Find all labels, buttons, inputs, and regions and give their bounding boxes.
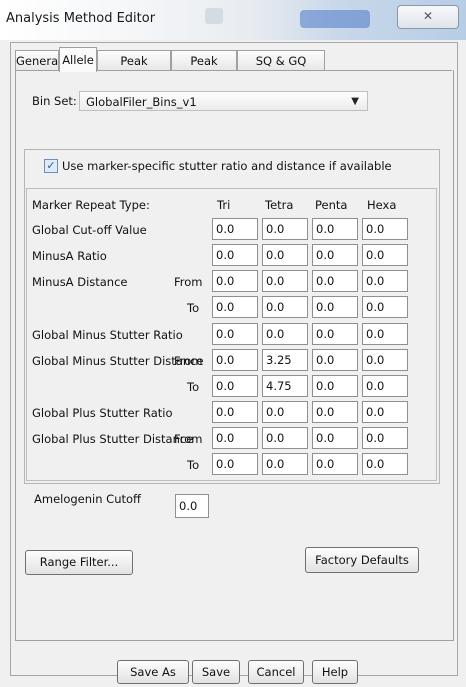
minusa-ratio-penta-input[interactable]	[312, 244, 358, 266]
global-minus-stutter-distance-from-tetra-input[interactable]	[262, 349, 308, 371]
minusa-distance-to-tetra-input[interactable]	[262, 296, 308, 318]
factory-defaults-button[interactable]: Factory Defaults	[305, 547, 419, 573]
minusa-distance-from-tri-input[interactable]	[212, 270, 258, 292]
global-plus-stutter-distance-to-tri-input[interactable]	[212, 453, 258, 475]
bin-set-dropdown[interactable]: GlobalFiler_Bins_v1 ▼	[79, 91, 368, 111]
column-header-tri: Tri	[217, 198, 231, 212]
close-icon[interactable]: ✕	[397, 5, 459, 29]
row-label: Global Plus Stutter Ratio	[32, 406, 173, 420]
save-as-button[interactable]: Save As	[117, 660, 189, 684]
minusa-distance-to-tri-input[interactable]	[212, 296, 258, 318]
from-label: From	[174, 432, 203, 446]
global-minus-stutter-distance-from-penta-input[interactable]	[312, 349, 358, 371]
marker-repeat-type-label: Marker Repeat Type:	[32, 198, 150, 212]
minusa-ratio-tri-input[interactable]	[212, 244, 258, 266]
range-filter-button[interactable]: Range Filter...	[25, 550, 133, 575]
bin-set-label: Bin Set:	[32, 94, 77, 108]
global-plus-stutter-distance-to-penta-input[interactable]	[312, 453, 358, 475]
to-label: To	[187, 301, 200, 315]
global-minus-stutter-ratio-penta-input[interactable]	[312, 323, 358, 345]
window-title: Analysis Method Editor	[6, 11, 156, 26]
help-button[interactable]: Help	[312, 660, 358, 684]
global-minus-stutter-ratio-tri-input[interactable]	[212, 323, 258, 345]
global-minus-stutter-distance-to-hexa-input[interactable]	[362, 375, 408, 397]
column-header-tetra: Tetra	[265, 198, 294, 212]
row-label: MinusA Ratio	[32, 249, 107, 263]
to-label: To	[187, 458, 200, 472]
row-label: Global Cut-off Value	[32, 223, 147, 237]
global-cutoff-penta-input[interactable]	[312, 218, 358, 240]
dropdown-arrow-icon: ▼	[351, 96, 359, 107]
to-label: To	[187, 380, 200, 394]
global-plus-stutter-distance-from-tetra-input[interactable]	[262, 427, 308, 449]
global-plus-stutter-distance-from-penta-input[interactable]	[312, 427, 358, 449]
minusa-distance-to-penta-input[interactable]	[312, 296, 358, 318]
tab-allele[interactable]: Allele	[59, 47, 97, 72]
global-minus-stutter-distance-to-tetra-input[interactable]	[262, 375, 308, 397]
global-minus-stutter-distance-from-hexa-input[interactable]	[362, 349, 408, 371]
global-minus-stutter-distance-to-tri-input[interactable]	[212, 375, 258, 397]
minusa-ratio-hexa-input[interactable]	[362, 244, 408, 266]
minusa-distance-to-hexa-input[interactable]	[362, 296, 408, 318]
column-header-hexa: Hexa	[367, 198, 397, 212]
global-plus-stutter-distance-to-hexa-input[interactable]	[362, 453, 408, 475]
row-label: Global Plus Stutter Distance	[32, 432, 194, 446]
bin-set-value: GlobalFiler_Bins_v1	[86, 95, 197, 109]
row-label: Global Minus Stutter Ratio	[32, 328, 183, 342]
global-plus-stutter-distance-to-tetra-input[interactable]	[262, 453, 308, 475]
background-blur-shape	[205, 8, 223, 24]
column-header-penta: Penta	[315, 198, 348, 212]
minusa-distance-from-hexa-input[interactable]	[362, 270, 408, 292]
row-label: MinusA Distance	[32, 275, 128, 289]
amelogenin-cutoff-label: Amelogenin Cutoff	[34, 492, 141, 506]
tab-peak-quality[interactable]: Peak Quality	[171, 50, 237, 88]
global-cutoff-hexa-input[interactable]	[362, 218, 408, 240]
global-cutoff-tetra-input[interactable]	[262, 218, 308, 240]
global-plus-stutter-ratio-hexa-input[interactable]	[362, 401, 408, 423]
cancel-button[interactable]: Cancel	[248, 660, 304, 684]
global-plus-stutter-distance-from-hexa-input[interactable]	[362, 427, 408, 449]
global-plus-stutter-ratio-tri-input[interactable]	[212, 401, 258, 423]
from-label: From	[174, 354, 203, 368]
global-plus-stutter-ratio-penta-input[interactable]	[312, 401, 358, 423]
global-minus-stutter-ratio-tetra-input[interactable]	[262, 323, 308, 345]
global-plus-stutter-distance-from-tri-input[interactable]	[212, 427, 258, 449]
tab-sq-gq-settings[interactable]: SQ & GQ Settings	[237, 50, 325, 88]
background-blur-shape	[300, 10, 370, 28]
tab-general[interactable]: General	[15, 50, 61, 71]
global-cutoff-tri-input[interactable]	[212, 218, 258, 240]
global-plus-stutter-ratio-tetra-input[interactable]	[262, 401, 308, 423]
minusa-distance-from-penta-input[interactable]	[312, 270, 358, 292]
marker-specific-stutter-label: Use marker-specific stutter ratio and di…	[62, 159, 392, 173]
minusa-ratio-tetra-input[interactable]	[262, 244, 308, 266]
global-minus-stutter-distance-to-penta-input[interactable]	[312, 375, 358, 397]
minusa-distance-from-tetra-input[interactable]	[262, 270, 308, 292]
title-bar: Analysis Method Editor ✕	[0, 0, 466, 40]
marker-specific-stutter-checkbox[interactable]: ✓	[44, 159, 58, 173]
save-button[interactable]: Save	[192, 660, 240, 684]
amelogenin-cutoff-input[interactable]	[175, 494, 209, 518]
global-minus-stutter-distance-from-tri-input[interactable]	[212, 349, 258, 371]
from-label: From	[174, 275, 203, 289]
tab-peak-detector[interactable]: Peak Detector	[97, 50, 171, 88]
global-minus-stutter-ratio-hexa-input[interactable]	[362, 323, 408, 345]
